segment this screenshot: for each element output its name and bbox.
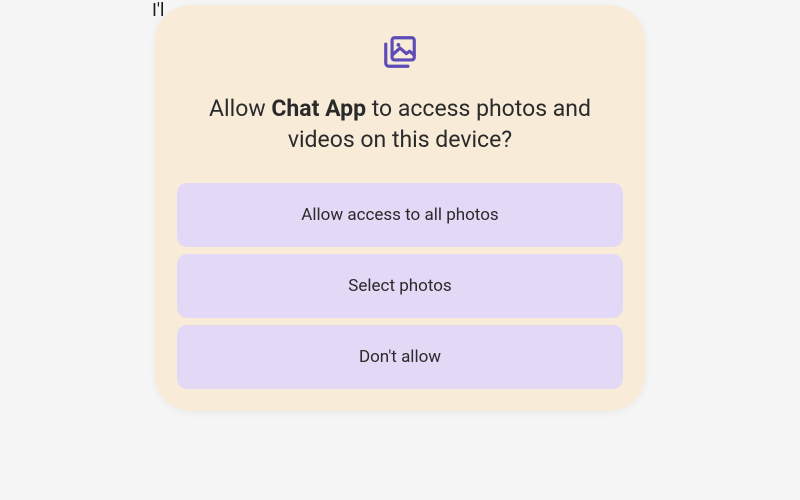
allow-all-button[interactable]: Allow access to all photos	[177, 183, 623, 247]
dont-allow-button[interactable]: Don't allow	[177, 325, 623, 389]
permission-title: Allow Chat App to access photos and vide…	[177, 93, 623, 155]
photos-stack-icon	[381, 33, 419, 75]
select-photos-button[interactable]: Select photos	[177, 254, 623, 318]
button-group: Allow access to all photos Select photos…	[177, 183, 623, 389]
permission-dialog: Allow Chat App to access photos and vide…	[155, 5, 645, 411]
title-prefix: Allow	[209, 95, 271, 122]
app-name: Chat App	[271, 95, 366, 122]
